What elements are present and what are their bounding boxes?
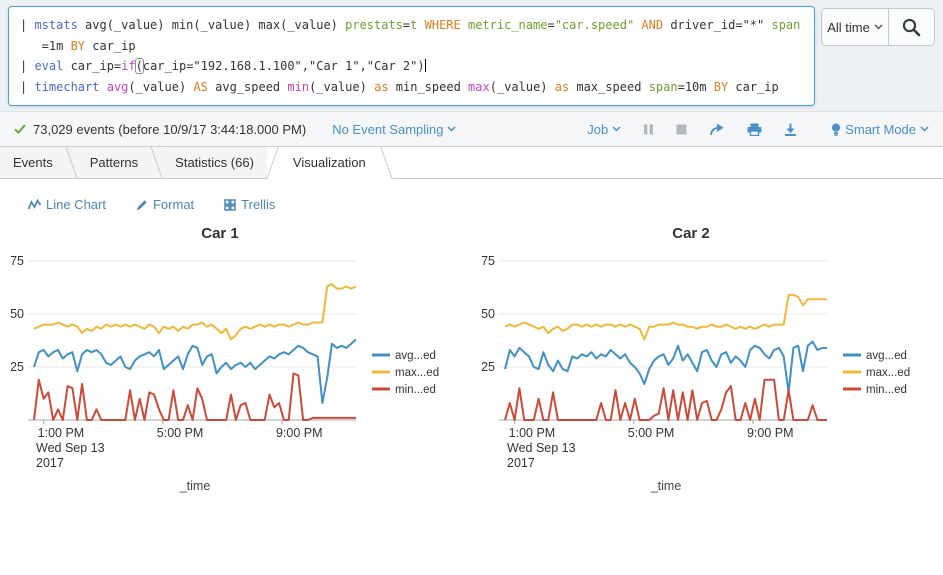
event-sampling-menu[interactable]: No Event Sampling [332, 122, 457, 137]
svg-text:Wed Sep 13: Wed Sep 13 [507, 441, 576, 455]
svg-text:75: 75 [10, 254, 24, 268]
svg-text:25: 25 [10, 360, 24, 374]
svg-text:max...ed: max...ed [866, 367, 910, 379]
stop-icon [676, 124, 687, 134]
lightbulb-icon [832, 123, 841, 136]
stop-button[interactable] [676, 124, 687, 135]
format-menu[interactable]: Format [136, 197, 194, 212]
tab-visualization[interactable]: Visualization [266, 147, 393, 179]
search-bar-container: | mstats avg(_value) min(_value) max(_va… [0, 0, 943, 112]
time-range-picker[interactable]: All time [822, 9, 888, 45]
check-icon [14, 124, 26, 134]
search-query-input[interactable]: | mstats avg(_value) min(_value) max(_va… [8, 6, 815, 106]
svg-text:avg...ed: avg...ed [866, 350, 907, 362]
tab-events[interactable]: Events [0, 147, 78, 179]
svg-text:avg...ed: avg...ed [395, 350, 436, 362]
printer-icon [747, 123, 762, 136]
svg-text:_time: _time [179, 479, 211, 493]
search-button[interactable] [888, 9, 934, 45]
svg-text:25: 25 [481, 360, 495, 374]
job-menu[interactable]: Job [587, 122, 621, 137]
magnifier-icon [902, 18, 921, 36]
chart-panel-car-2: Car 2 25 50 75 1:00 PM 5:00 PM 9:00 PM Wed Sep… [471, 225, 942, 497]
tab-bar-filler [391, 147, 943, 179]
visualization-toolbar: Line Chart Format Trellis [0, 179, 943, 212]
svg-text:Wed Sep 13: Wed Sep 13 [36, 441, 105, 455]
svg-text:50: 50 [10, 307, 24, 321]
smart-mode-button[interactable]: Smart Mode [831, 122, 929, 137]
job-controls: Job Smart Mode [587, 122, 929, 137]
time-range-label: All time [827, 19, 870, 35]
chart-title: Car 1 [201, 225, 239, 242]
download-icon [785, 123, 797, 136]
print-button[interactable] [747, 123, 762, 136]
line-chart-car-1[interactable]: 25 50 75 1:00 PM 5:00 PM 9:00 PM Wed Sep 13201… [0, 247, 471, 497]
time-range-group: All time [821, 8, 935, 46]
events-summary: 73,029 events (before 10/9/17 3:44:18.00… [33, 121, 307, 137]
chevron-down-icon [874, 24, 883, 30]
svg-text:min...ed: min...ed [395, 384, 436, 396]
line-chart-car-2[interactable]: 25 50 75 1:00 PM 5:00 PM 9:00 PM Wed Sep 13201… [471, 247, 942, 497]
svg-text:2017: 2017 [36, 456, 64, 470]
chart-type-picker[interactable]: Line Chart [28, 197, 106, 212]
chevron-down-icon [920, 126, 929, 132]
svg-text:_time: _time [650, 479, 682, 493]
svg-text:5:00 PM: 5:00 PM [628, 426, 675, 440]
results-tab-bar: Events Patterns Statistics (66) Visualiz… [0, 147, 943, 179]
svg-text:2017: 2017 [507, 456, 535, 470]
job-status-bar: 73,029 events (before 10/9/17 3:44:18.00… [0, 112, 943, 147]
pencil-icon [136, 199, 147, 210]
tab-divider [380, 147, 393, 179]
tab-divider [266, 147, 279, 179]
share-icon [710, 123, 724, 135]
trellis-charts: Car 1 25 50 75 1:00 PM 5:00 PM 9:00 PM Wed Sep… [0, 212, 943, 497]
svg-text:9:00 PM: 9:00 PM [747, 426, 794, 440]
chevron-down-icon [447, 126, 457, 132]
chevron-down-icon [612, 126, 621, 132]
pause-button[interactable] [643, 124, 654, 135]
svg-text:1:00 PM: 1:00 PM [509, 426, 556, 440]
chart-panel-car-1: Car 1 25 50 75 1:00 PM 5:00 PM 9:00 PM Wed Sep… [0, 225, 471, 497]
tab-divider [65, 147, 78, 178]
pause-icon [644, 124, 654, 134]
svg-text:5:00 PM: 5:00 PM [157, 426, 204, 440]
svg-text:75: 75 [481, 254, 495, 268]
chart-title: Car 2 [672, 225, 710, 242]
splunk-search-page: | mstats avg(_value) min(_value) max(_va… [0, 0, 943, 575]
svg-text:1:00 PM: 1:00 PM [38, 426, 85, 440]
trellis-menu[interactable]: Trellis [224, 197, 275, 212]
tab-patterns[interactable]: Patterns [76, 147, 163, 179]
trellis-grid-icon [224, 198, 236, 211]
svg-text:50: 50 [481, 307, 495, 321]
line-chart-icon [28, 198, 41, 209]
tab-divider [150, 147, 163, 178]
svg-text:min...ed: min...ed [866, 384, 907, 396]
share-button[interactable] [709, 123, 725, 136]
svg-text:9:00 PM: 9:00 PM [276, 426, 323, 440]
tab-statistics[interactable]: Statistics (66) [162, 147, 278, 179]
export-button[interactable] [784, 123, 797, 136]
svg-text:max...ed: max...ed [395, 367, 439, 379]
